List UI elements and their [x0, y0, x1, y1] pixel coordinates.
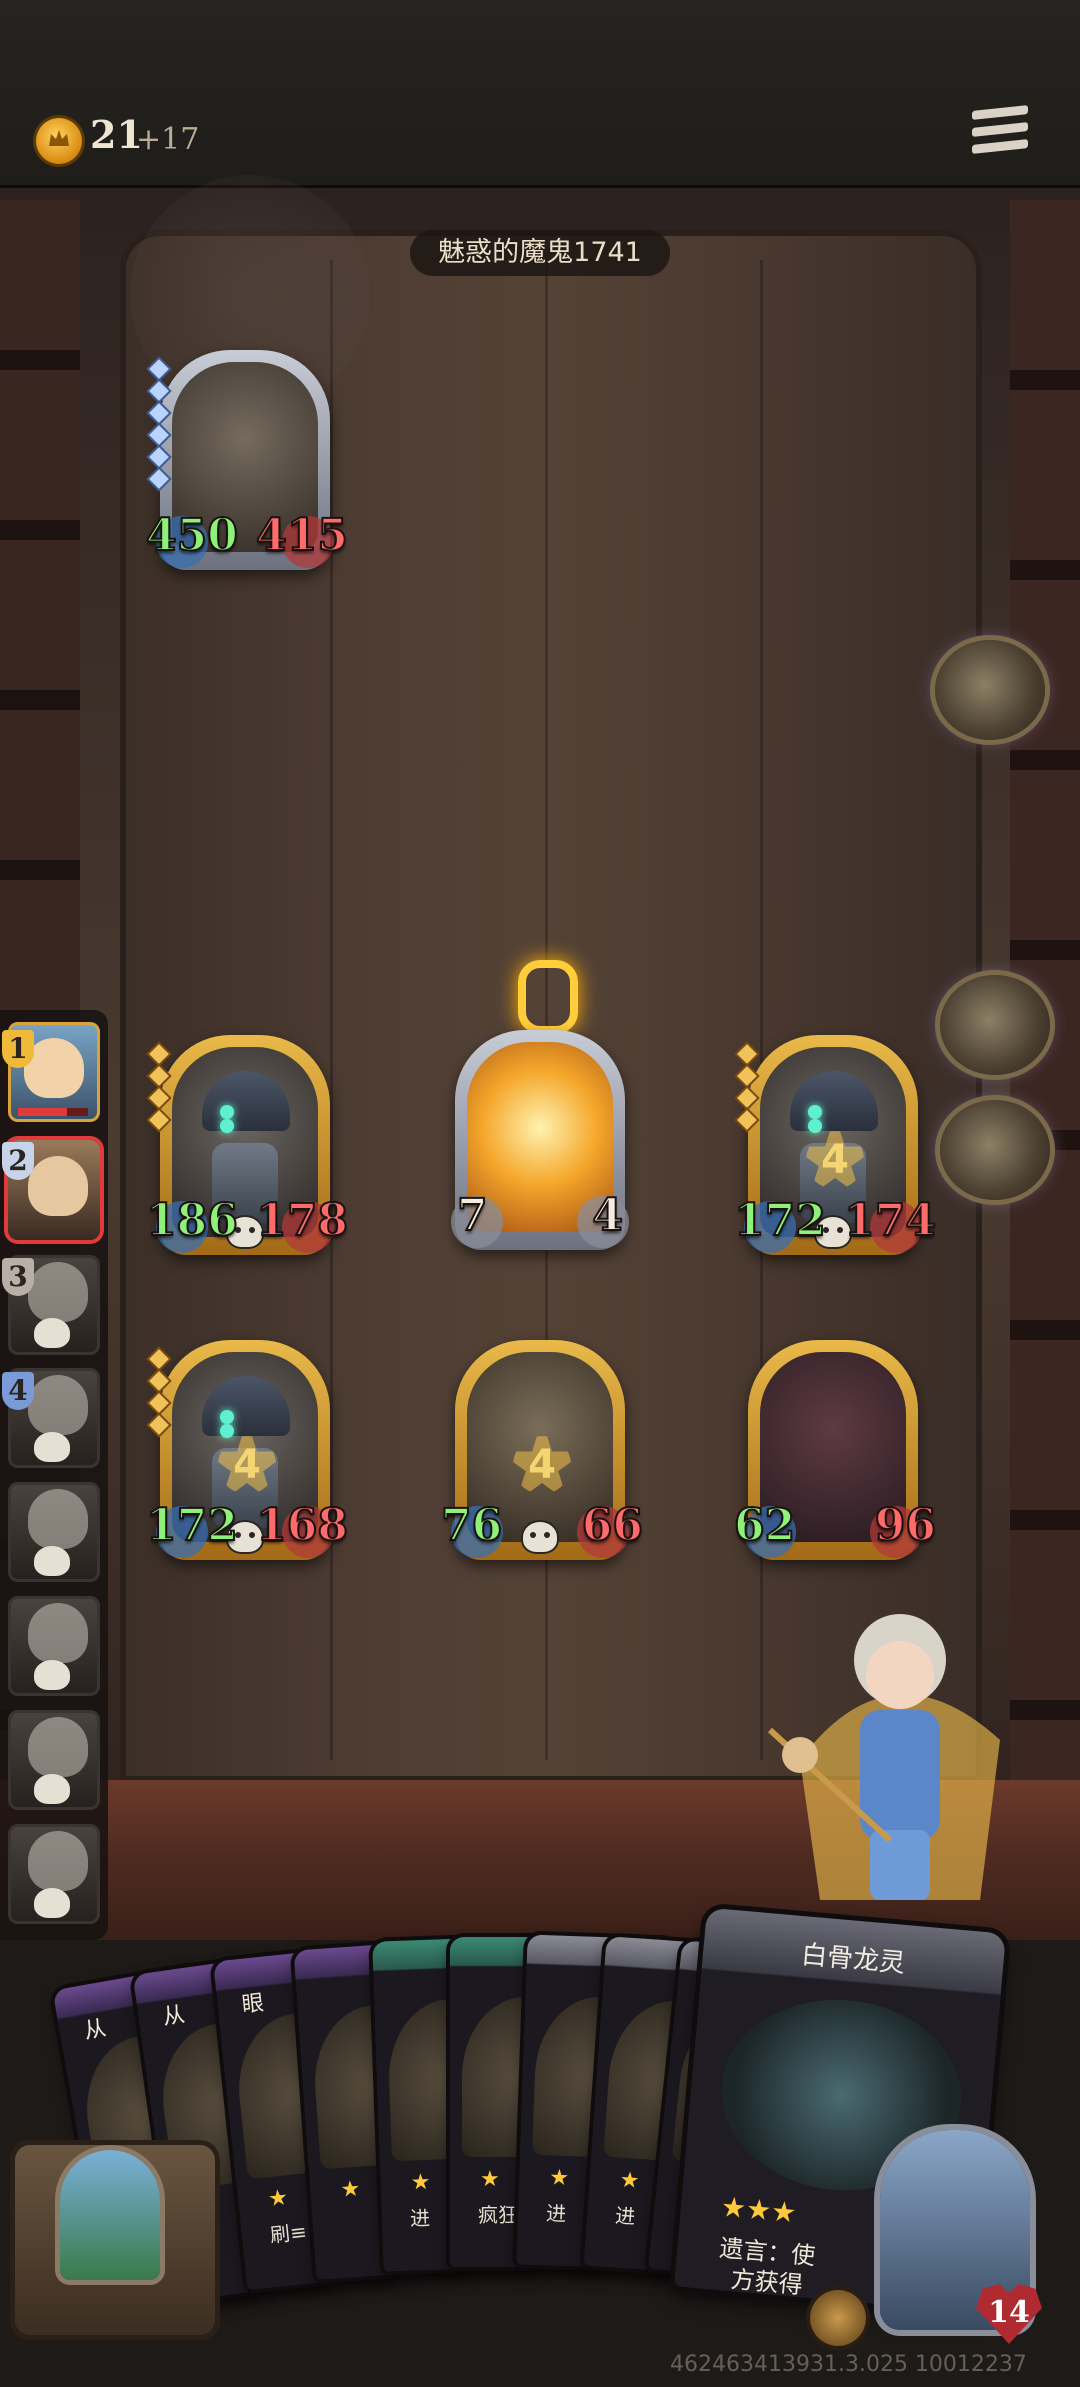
- tier-pips: [737, 1044, 757, 1135]
- build-id: 462463413931.3.025 10012237: [670, 2352, 1027, 2377]
- rank-badge: 3: [2, 1258, 34, 1296]
- player-avatar: [28, 1831, 88, 1891]
- board-minion-clown[interactable]: 62 96: [733, 1340, 937, 1560]
- card-name: 眼: [240, 1990, 266, 2018]
- card-stars: ★: [267, 2185, 290, 2213]
- card-text: 进: [409, 2205, 431, 2231]
- card-text: 进: [614, 2203, 637, 2229]
- player-avatar: [28, 1489, 88, 1549]
- skull-icon: [34, 1888, 70, 1918]
- tier-pips: [149, 1044, 169, 1135]
- health-value: 66: [581, 1499, 644, 1552]
- attack-value: 186: [145, 1194, 239, 1247]
- tier-pips: [149, 359, 169, 494]
- pocket-watch-icon[interactable]: [940, 1100, 1050, 1200]
- player-avatar: [28, 1375, 88, 1435]
- health-value: 178: [255, 1194, 349, 1247]
- attack-value: 172: [733, 1194, 827, 1247]
- board-minion-mummy[interactable]: 4 76 66: [440, 1340, 644, 1560]
- skull-icon: [34, 1318, 70, 1348]
- card-stars: ★: [339, 2176, 362, 2203]
- card-stars: ★★★: [719, 2190, 798, 2230]
- skull-icon: [34, 1774, 70, 1804]
- tier-pips: [149, 1349, 169, 1440]
- health-value: 174: [843, 1194, 937, 1247]
- card-title: 白骨龙灵: [800, 1940, 907, 1980]
- crown-icon: [49, 130, 69, 146]
- shopkeeper-rabbit-icon: [60, 2150, 160, 2280]
- card-stars: ★: [480, 2167, 500, 2192]
- rank-badge: 2: [2, 1142, 34, 1180]
- menu-button[interactable]: [972, 105, 1028, 162]
- skull-icon: [34, 1546, 70, 1576]
- attack-value: 62: [733, 1499, 796, 1552]
- gold-amount: 21: [90, 112, 143, 157]
- hero-power-button[interactable]: [810, 2290, 866, 2346]
- skull-icon: [34, 1432, 70, 1462]
- pocket-watch-icon[interactable]: [935, 640, 1045, 740]
- health-value: 4: [591, 1189, 624, 1242]
- pocket-watch-icon[interactable]: [940, 975, 1050, 1075]
- card-text: 刷≡: [268, 2219, 308, 2248]
- card-text: 进: [545, 2201, 567, 2226]
- card-text: 疯狂: [478, 2203, 518, 2227]
- player-hero-character[interactable]: [760, 1580, 1030, 1920]
- card-stars: ★: [410, 2169, 431, 2196]
- card-name: 从: [161, 2002, 187, 2031]
- rank-badge: 4: [2, 1372, 34, 1410]
- health-value: 168: [255, 1499, 349, 1552]
- attack-value: 76: [440, 1499, 503, 1552]
- board-minion-robot-2[interactable]: 4 172 168: [145, 1340, 349, 1560]
- rank-badge: 1: [2, 1030, 34, 1068]
- card-name: 从: [82, 2016, 109, 2045]
- card-text: 方获得: [729, 2265, 804, 2300]
- card-stars: ★: [548, 2165, 570, 2192]
- card-stars: ★: [618, 2167, 641, 2195]
- gold-tag-icon: [518, 960, 578, 1034]
- player-avatar: [28, 1603, 88, 1663]
- player-health: 14: [976, 2284, 1042, 2344]
- health-value: 415: [255, 509, 349, 562]
- opponent-name: 魅惑的魔鬼1741: [410, 230, 670, 276]
- board-minion-robot[interactable]: 186 178: [145, 1035, 349, 1255]
- attack-value: 172: [145, 1499, 239, 1552]
- attack-value: 7: [456, 1189, 489, 1242]
- top-bar: [0, 0, 1080, 188]
- health-bar: [18, 1108, 88, 1116]
- board-minion-robot-golden[interactable]: 4 172 174: [733, 1035, 937, 1255]
- opponent-minion[interactable]: 450 415: [145, 350, 349, 570]
- player-avatar: [28, 1717, 88, 1777]
- attack-value: 450: [145, 509, 239, 562]
- gold-increment: +17: [136, 122, 200, 157]
- menu-icon: [972, 105, 1028, 120]
- health-value: 96: [874, 1499, 937, 1552]
- skull-icon: [34, 1660, 70, 1690]
- skull-icon: [523, 1522, 557, 1552]
- board-minion-golden-imp[interactable]: 7 4: [451, 1030, 629, 1250]
- player-avatar: [28, 1156, 88, 1216]
- player-avatar: [28, 1262, 88, 1322]
